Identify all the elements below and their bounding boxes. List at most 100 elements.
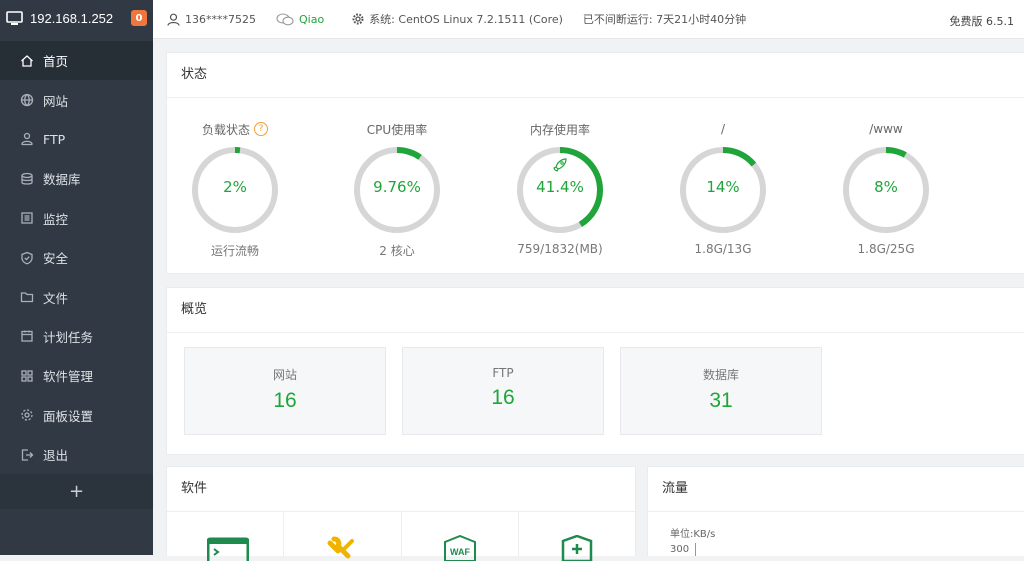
sidebar-item-label: 数据库 [43,172,81,188]
sidebar-item-label: 面板设置 [43,408,94,424]
overview-panel: 概览 网站 16 FTP 16 数据库 31 [166,287,1024,455]
sidebar-item-label: 安全 [43,251,69,267]
software-tile-waf[interactable]: WAF [402,511,519,561]
overview-value: 16 [491,386,515,409]
database-icon [21,172,33,185]
wechat-name: Qiao [299,12,325,26]
overview-value: 31 [709,389,733,412]
gauge-value: 9.76% [373,178,421,196]
help-icon[interactable]: ? [254,122,268,136]
user-icon [167,13,180,26]
sidebar-item-label: 网站 [43,93,69,109]
gauge-value: 2% [223,178,247,196]
disk-www-gauge[interactable]: /www 8% 1.8G/25G [826,120,946,256]
terminal-icon [207,537,249,561]
overview-databases[interactable]: 数据库 31 [620,347,822,435]
traffic-axis-tick: 300 [670,544,690,555]
status-panel: 状态 负载状态 ? 2% 运行流畅 CPU使用率 9.76% 2 核心 内存使用… [166,52,1024,274]
waf-shield-icon: WAF [443,535,476,561]
gauge-label: 内存使用率 [529,122,590,137]
software-tiles: WAF [167,511,635,561]
add-menu-button[interactable]: + [0,474,153,509]
sidebar: 192.168.1.252 0 首页 网站 FTP 数据库 监控 安全 文件 计… [0,0,153,555]
globe-icon [20,93,34,107]
gauge-label-text: 负载状态 [201,122,250,137]
sidebar-item-security[interactable]: 安全 [0,238,153,277]
sidebar-item-home[interactable]: 首页 [0,41,153,81]
software-panel: 软件 WAF [166,466,636,561]
overview-ftp[interactable]: FTP 16 [402,347,604,435]
gauge-ring: 9.76% [351,144,443,236]
ftp-icon [21,133,33,146]
monitor-icon [21,212,33,224]
sidebar-item-database[interactable]: 数据库 [0,159,153,198]
gauge-value: 14% [706,178,740,196]
sidebar-item-label: FTP [43,131,66,147]
traffic-title: 流量 [648,467,1024,512]
uptime: 已不间断运行: 7天21小时40分钟 [583,11,746,27]
rocket-icon[interactable] [552,157,568,173]
software-tile-security[interactable] [519,511,635,561]
sidebar-item-ftp[interactable]: FTP [0,120,153,159]
sidebar-item-website[interactable]: 网站 [0,80,153,119]
overview-title: 概览 [167,288,1024,333]
sidebar-item-logout[interactable]: 退出 [0,435,153,474]
message-badge[interactable]: 0 [131,10,147,26]
overview-value: 16 [273,389,297,412]
wechat-icon [276,12,294,25]
gauge-sub: 759/1832(MB) [517,242,603,256]
cpu-gauge[interactable]: CPU使用率 9.76% 2 核心 [337,120,457,259]
traffic-panel: 流量 单位:KB/s 300 [647,466,1024,556]
wechat-account[interactable]: Qiao [276,13,324,26]
logout-icon [21,448,34,461]
gauge-value: 41.4% [536,178,584,196]
software-tile-tools[interactable] [284,511,402,559]
overview-websites[interactable]: 网站 16 [184,347,386,435]
sidebar-item-software[interactable]: 软件管理 [0,356,153,395]
sidebar-item-monitor[interactable]: 监控 [0,199,153,238]
overview-label: 数据库 [702,368,739,382]
user-account[interactable]: 136****7525 [167,13,256,26]
gauge-label: CPU使用率 [366,122,428,137]
sidebar-item-label: 监控 [43,211,69,227]
gauge-sub: 2 核心 [379,244,415,258]
gauge-label: 负载状态 ? [175,120,295,138]
top-bar: 136****7525 Qiao 系统: CentOS Linux 7.2.15… [153,0,1024,39]
sidebar-menu: 首页 网站 FTP 数据库 监控 安全 文件 计划任务 软件管理 面板设置 退出 [0,41,153,474]
server-brand[interactable]: 192.168.1.252 0 [0,0,153,36]
gauge-label: /www [869,122,903,136]
traffic-unit: 单位:KB/s [670,529,716,540]
sidebar-item-label: 计划任务 [43,329,94,345]
overview-label: 网站 [272,368,297,382]
overview-label: FTP [492,366,514,380]
system-info: 系统: CentOS Linux 7.2.1511 (Core) [352,11,563,27]
disk-root-gauge[interactable]: / 14% 1.8G/13G [663,120,783,256]
gauge-label: / [720,122,726,136]
gear-icon [352,13,364,25]
load-gauge[interactable]: 负载状态 ? 2% 运行流畅 [175,120,295,259]
user-phone: 136****7525 [185,12,256,26]
sidebar-item-label: 文件 [43,290,69,306]
sidebar-item-files[interactable]: 文件 [0,277,153,316]
sidebar-item-label: 退出 [43,448,69,464]
gauge-ring: 41.4% [514,144,606,236]
gear-icon [21,409,33,421]
software-title: 软件 [167,467,635,512]
home-icon [21,54,33,67]
gauge-ring: 8% [840,144,932,236]
system-os: 系统: CentOS Linux 7.2.1511 (Core) [369,13,563,26]
sidebar-item-settings[interactable]: 面板设置 [0,396,153,435]
sidebar-item-label: 首页 [43,54,69,70]
gauge-value: 8% [874,178,898,196]
sidebar-item-cron[interactable]: 计划任务 [0,317,153,356]
apps-icon [21,370,33,382]
software-tile-terminal[interactable] [167,511,285,561]
gauge-sub: 运行流畅 [210,244,259,258]
folder-icon [20,292,34,303]
panel-version[interactable]: 免费版 6.5.1 [950,13,1015,29]
server-ip: 192.168.1.252 [30,10,114,26]
uptime-text: 已不间断运行: 7天21小时40分钟 [582,13,747,26]
memory-gauge[interactable]: 内存使用率 41.4% 759/1832(MB) [500,120,620,256]
waf-label: WAF [450,547,470,557]
wrench-icon [327,536,355,559]
